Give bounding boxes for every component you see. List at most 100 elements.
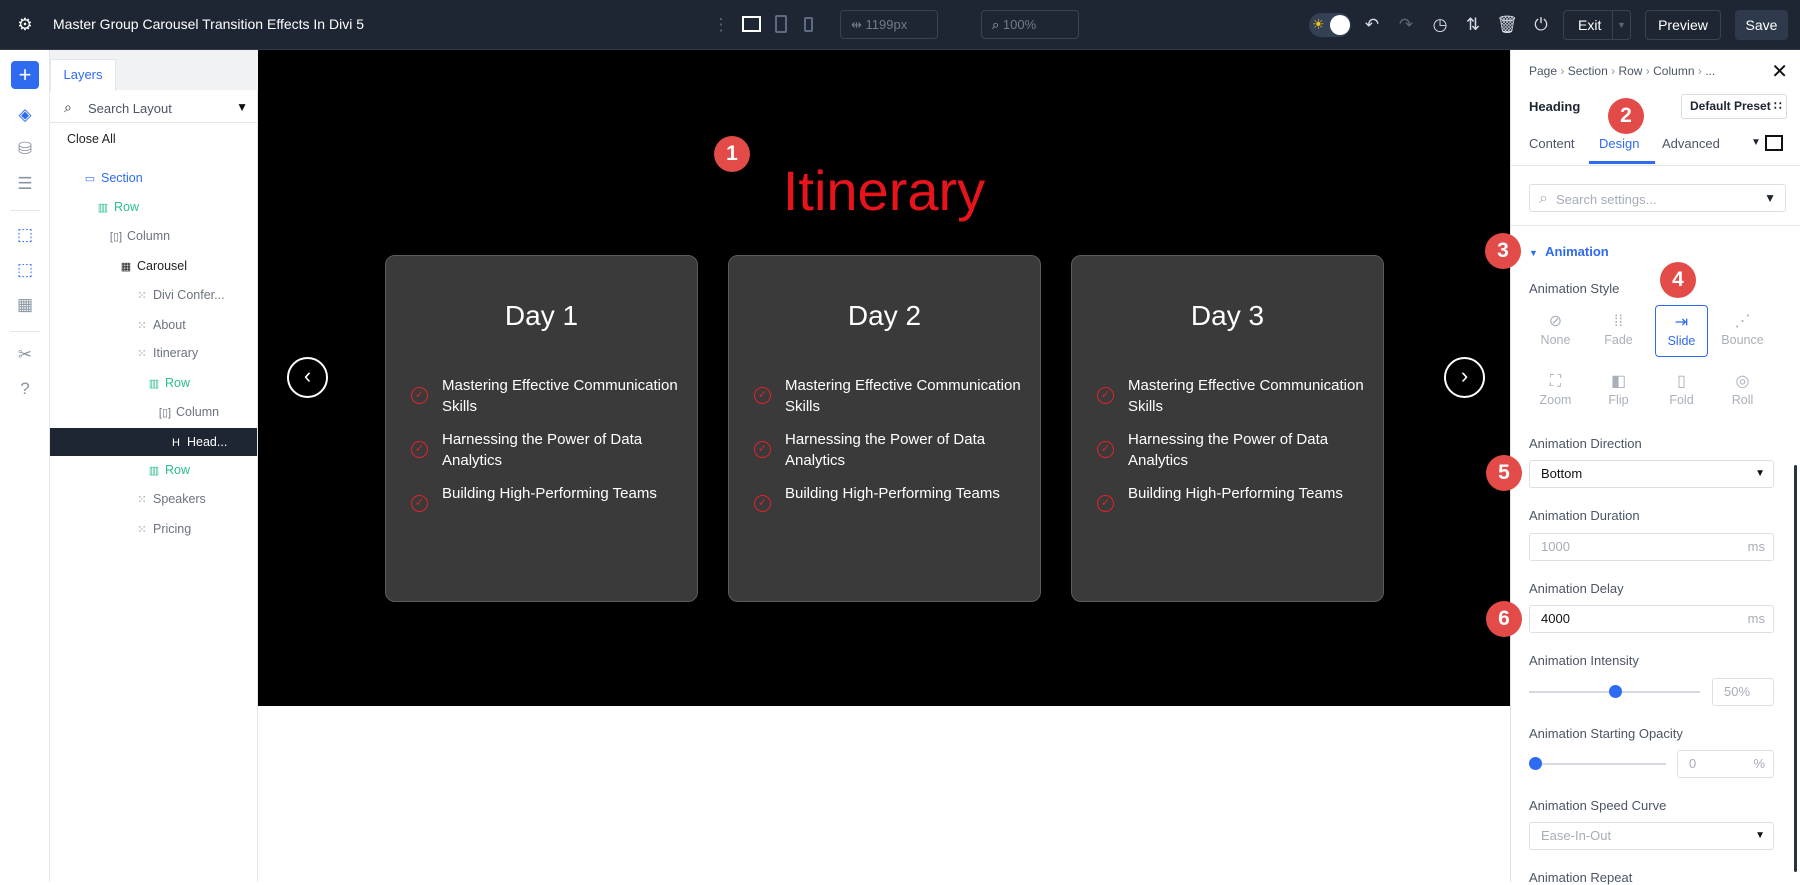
animation-style-slide[interactable]: ⇥ Slide [1655,305,1708,357]
layer-label: Speakers [153,492,206,506]
carousel-prev-arrow[interactable]: ‹ [287,357,328,398]
list-item: ✓ Building High-Performing Teams [411,483,682,512]
check-circle-icon: ✓ [411,441,428,458]
breadcrumb-item[interactable]: Column [1653,64,1694,78]
style-label: Fade [1604,333,1633,347]
layer-item-group[interactable]: ⁙ About [135,315,185,335]
close-icon[interactable]: ✕ [1771,59,1788,84]
animation-direction-select[interactable]: Bottom ▼ [1529,460,1774,488]
desktop-view-icon[interactable] [742,16,761,32]
trash-icon[interactable]: 🗑 [1496,14,1518,36]
width-icon: ⇹ [851,17,866,32]
layer-item-column[interactable]: [▯] Column [158,402,219,422]
layer-item-group[interactable]: ⁙ Itinerary [135,343,198,363]
opacity-slider[interactable] [1529,757,1666,770]
opacity-input[interactable]: 0% [1677,750,1774,778]
layer-item-group[interactable]: ⁙ Speakers [135,489,206,509]
theme-toggle[interactable]: ☀ [1309,13,1351,37]
redo-icon[interactable]: ↷ [1395,14,1417,36]
animation-direction-label: Animation Direction [1529,436,1642,451]
animation-duration-input[interactable]: 1000 ms [1529,533,1774,561]
chevron-down-icon[interactable]: ▼ [1612,11,1630,39]
layer-item-column[interactable]: [▯] Column [109,226,170,246]
tab-design[interactable]: Design [1599,136,1639,151]
style-label: Fold [1669,393,1694,407]
speed-curve-select[interactable]: Ease-In-Out ▼ [1529,822,1774,850]
exit-button[interactable]: Exit ▼ [1563,10,1631,40]
scrollbar[interactable] [1794,465,1797,872]
layer-item-carousel[interactable]: ▦ Carousel [119,256,187,276]
layer-item-heading[interactable]: H Head... [169,432,227,452]
undo-icon[interactable]: ↶ [1361,14,1383,36]
select-icon[interactable]: ⬚ [13,223,37,247]
carousel-next-arrow[interactable]: › [1444,357,1485,398]
layer-item-section[interactable]: ▭ Section [83,168,143,188]
animation-style-bounce[interactable]: ⋰ Bounce [1716,305,1769,357]
tools-icon[interactable]: ✂ [13,343,37,367]
layer-item-group[interactable]: ⁙ Divi Confer... [135,285,224,305]
animation-style-flip[interactable]: ◧ Flip [1592,365,1645,417]
filter-icon[interactable]: ▼ [236,100,248,114]
animation-style-zoom[interactable]: ⛶ Zoom [1529,365,1582,417]
slider-thumb[interactable] [1608,685,1622,698]
zoom-input[interactable]: ⌕ 100% [981,10,1079,39]
layers-icon[interactable]: ◈ [13,103,37,127]
intensity-slider[interactable] [1529,685,1700,698]
close-all-button[interactable]: Close All [67,129,116,149]
layer-item-row[interactable]: ▥ Row [147,460,190,480]
top-bar: ⚙ Master Group Carousel Transition Effec… [0,0,1800,50]
check-circle-icon: ✓ [1097,387,1114,404]
itinerary-card[interactable]: Day 1 ✓ Mastering Effective Communication … [385,255,698,602]
breadcrumb-item[interactable]: Page [1529,64,1557,78]
itinerary-card[interactable]: Day 3 ✓ Mastering Effective Communication … [1071,255,1384,602]
width-input[interactable]: ⇹ 1199px [840,10,938,39]
delay-value: 4000 [1541,611,1570,626]
animation-style-none[interactable]: ⊘ None [1529,305,1582,357]
multi-select-icon[interactable]: ⬚ [13,258,37,282]
settings-search-input[interactable]: ⌕ Search settings... ▼ [1529,184,1786,212]
help-icon[interactable]: ? [13,377,37,401]
animation-style-roll[interactable]: ◎ Roll [1716,365,1769,417]
list-icon[interactable]: ☰ [13,172,37,196]
animation-delay-input[interactable]: 4000 ms [1529,605,1774,633]
unit-label: ms [1747,611,1765,626]
style-label: None [1540,333,1571,347]
search-icon: ⌕ [64,99,72,115]
database-icon[interactable]: ⛁ [13,137,37,161]
sort-icon[interactable]: ⇅ [1462,14,1484,36]
save-button[interactable]: Save [1735,10,1788,40]
more-icon[interactable]: ⋮ [710,14,732,36]
power-icon[interactable]: ⏻ [1530,14,1552,36]
template-preview-icon[interactable]: ▦ [13,293,37,317]
animation-section-toggle[interactable]: ▼ Animation [1529,244,1609,259]
breadcrumb-item[interactable]: Section [1568,64,1608,78]
animation-style-fold[interactable]: ▯ Fold [1655,365,1708,417]
itinerary-card[interactable]: Day 2 ✓ Mastering Effective Communication … [728,255,1041,602]
chevron-down-icon[interactable]: ▼ [1751,137,1761,148]
breadcrumb-item[interactable]: ... [1705,64,1715,78]
layer-item-group[interactable]: ⁙ Pricing [135,519,191,539]
device-view-icon[interactable] [1765,135,1783,151]
fold-icon: ▯ [1677,373,1686,390]
intensity-input[interactable]: 50% [1712,678,1774,706]
tab-advanced[interactable]: Advanced [1662,136,1720,151]
slider-thumb[interactable] [1529,757,1542,770]
phone-view-icon[interactable] [804,17,813,32]
tab-content[interactable]: Content [1529,136,1575,151]
layer-item-row[interactable]: ▥ Row [96,197,139,217]
filter-icon[interactable]: ▼ [1764,191,1776,205]
chevron-right-icon: › [1645,64,1650,78]
layer-item-row[interactable]: ▥ Row [147,373,190,393]
preset-button[interactable]: Default Preset ∷ [1681,94,1787,119]
history-icon[interactable]: ◷ [1429,14,1451,36]
add-icon[interactable]: + [11,61,39,89]
gear-icon[interactable]: ⚙ [14,14,36,36]
itinerary-heading[interactable]: Itinerary [258,158,1510,223]
tab-layers[interactable]: Layers [50,59,116,91]
layers-search[interactable]: ⌕ Search Layout ▼ [50,92,258,123]
preview-button[interactable]: Preview [1645,10,1721,40]
breadcrumb-item[interactable]: Row [1618,64,1642,78]
animation-style-fade[interactable]: ⁞⁞ Fade [1592,305,1645,357]
tablet-view-icon[interactable] [775,15,787,33]
style-label: Zoom [1539,393,1572,407]
